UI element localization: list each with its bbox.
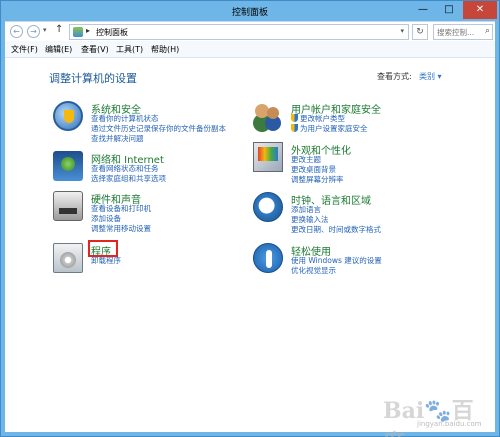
link-add-device[interactable]: 添加设备 (91, 214, 151, 224)
recent-locations-dropdown[interactable]: ▾ (43, 26, 47, 34)
appearance-monitor-icon[interactable] (253, 142, 283, 172)
menu-view[interactable]: 查看(V) (81, 44, 109, 55)
link-desktop-background[interactable]: 更改桌面背景 (291, 165, 344, 175)
back-button[interactable]: ← (10, 25, 23, 38)
address-dropdown-icon[interactable]: ▾ (400, 27, 404, 35)
breadcrumb-control-panel[interactable]: 控制面板 (96, 27, 128, 38)
link-change-input[interactable]: 更换输入法 (291, 215, 381, 225)
watermark-url: jingyan.baidu.com (417, 420, 482, 428)
menu-help[interactable]: 帮助(H) (151, 44, 179, 55)
link-uninstall-program[interactable]: 卸载程序 (91, 256, 121, 266)
category-hardware: 硬件和声音 查看设备和打印机 添加设备 调整常用移动设置 (53, 191, 253, 235)
breadcrumb-separator[interactable]: ▸ (86, 26, 90, 35)
link-file-history[interactable]: 通过文件历史记录保存你的文件备份副本 (91, 124, 226, 134)
link-troubleshoot[interactable]: 查找并解决问题 (91, 134, 226, 144)
control-panel-window: 控制面板 — □ ✕ ← → ▾ ↑ ▸ 控制面板 ▾ ↻ 搜索控制... ⌕ … (0, 0, 500, 437)
printer-icon[interactable] (53, 191, 83, 221)
category-appearance: 外观和个性化 更改主题 更改桌面背景 调整屏幕分辨率 (253, 142, 473, 186)
content-pane: 调整计算机的设置 查看方式: 类别 ▾ 系统和安全 查看你的计算机状态 通过文件… (5, 58, 495, 437)
uac-shield-icon (291, 124, 298, 132)
category-ease-of-access: 轻松使用 使用 Windows 建议的设置 优化视觉显示 (253, 243, 473, 279)
menu-bar: 文件(F) 编辑(E) 查看(V) 工具(T) 帮助(H) (5, 41, 495, 58)
search-icon[interactable]: ⌕ (485, 26, 490, 36)
link-date-time-format[interactable]: 更改日期、时间或数字格式 (291, 225, 381, 235)
link-mobility-settings[interactable]: 调整常用移动设置 (91, 224, 151, 234)
link-recommended-settings[interactable]: 使用 Windows 建议的设置 (291, 256, 382, 266)
minimize-button[interactable]: — (411, 1, 435, 19)
network-globe-icon[interactable] (53, 151, 83, 181)
page-title: 调整计算机的设置 (49, 72, 137, 85)
link-network-status[interactable]: 查看网络状态和任务 (91, 164, 166, 174)
highlight-box (88, 240, 118, 257)
control-panel-icon (73, 27, 83, 37)
category-users: 用户帐户和家庭安全 更改帐户类型 为用户设置家庭安全 (253, 101, 473, 141)
up-button[interactable]: ↑ (55, 24, 63, 35)
menu-file[interactable]: 文件(F) (11, 44, 38, 55)
link-homegroup[interactable]: 选择家庭组和共享选项 (91, 174, 166, 184)
view-by-dropdown[interactable]: 类别 ▾ (419, 71, 442, 82)
ease-of-access-icon[interactable] (253, 243, 283, 273)
clock-globe-icon[interactable] (253, 192, 283, 222)
link-devices-printers[interactable]: 查看设备和打印机 (91, 204, 151, 214)
title-bar[interactable]: 控制面板 — □ ✕ (1, 1, 499, 21)
forward-button[interactable]: → (27, 25, 40, 38)
link-add-language[interactable]: 添加语言 (291, 205, 381, 215)
link-change-account-type[interactable]: 更改帐户类型 (291, 114, 368, 124)
view-by-label: 查看方式: (377, 72, 412, 81)
link-screen-resolution[interactable]: 调整屏幕分辨率 (291, 175, 344, 185)
shield-icon[interactable] (53, 101, 83, 131)
menu-tools[interactable]: 工具(T) (116, 44, 143, 55)
search-placeholder: 搜索控制... (437, 28, 475, 37)
category-network: 网络和 Internet 查看网络状态和任务 选择家庭组和共享选项 (53, 151, 253, 191)
category-clock: 时钟、语言和区域 添加语言 更换输入法 更改日期、时间或数字格式 (253, 192, 473, 236)
category-programs: 程序 卸载程序 (53, 240, 253, 275)
link-family-safety[interactable]: 为用户设置家庭安全 (291, 124, 368, 134)
search-input[interactable]: 搜索控制... ⌕ (433, 24, 493, 40)
close-button[interactable]: ✕ (463, 1, 497, 19)
link-optimize-visual[interactable]: 优化视觉显示 (291, 266, 382, 276)
baidu-watermark: Bai🐾百度 (383, 398, 474, 437)
menu-edit[interactable]: 编辑(E) (45, 44, 72, 55)
refresh-button[interactable]: ↻ (412, 24, 428, 40)
link-view-computer-status[interactable]: 查看你的计算机状态 (91, 114, 226, 124)
link-change-theme[interactable]: 更改主题 (291, 155, 344, 165)
uac-shield-icon (291, 114, 298, 122)
users-icon[interactable] (253, 101, 283, 131)
programs-disc-icon[interactable] (53, 243, 83, 273)
navigation-bar: ← → ▾ ↑ ▸ 控制面板 ▾ ↻ 搜索控制... ⌕ (5, 21, 495, 41)
address-bar[interactable]: ▸ 控制面板 ▾ (69, 24, 409, 40)
category-security: 系统和安全 查看你的计算机状态 通过文件历史记录保存你的文件备份副本 查找并解决… (53, 101, 253, 145)
maximize-button[interactable]: □ (437, 1, 461, 19)
